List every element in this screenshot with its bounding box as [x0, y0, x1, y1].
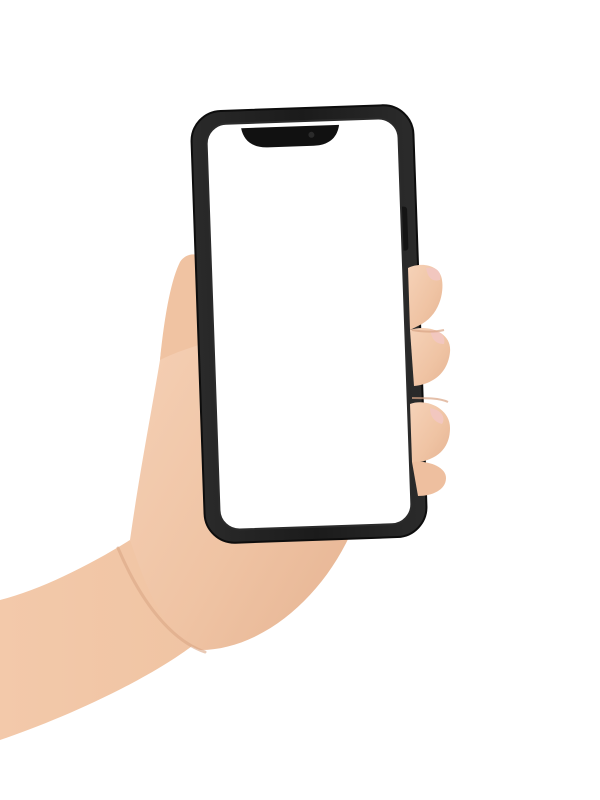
pinky-finger	[412, 461, 446, 496]
phone-screen	[205, 117, 413, 531]
hand-phone-illustration	[0, 104, 451, 740]
middle-finger	[410, 328, 451, 386]
photo-scene	[0, 0, 600, 800]
ring-finger	[410, 402, 450, 462]
